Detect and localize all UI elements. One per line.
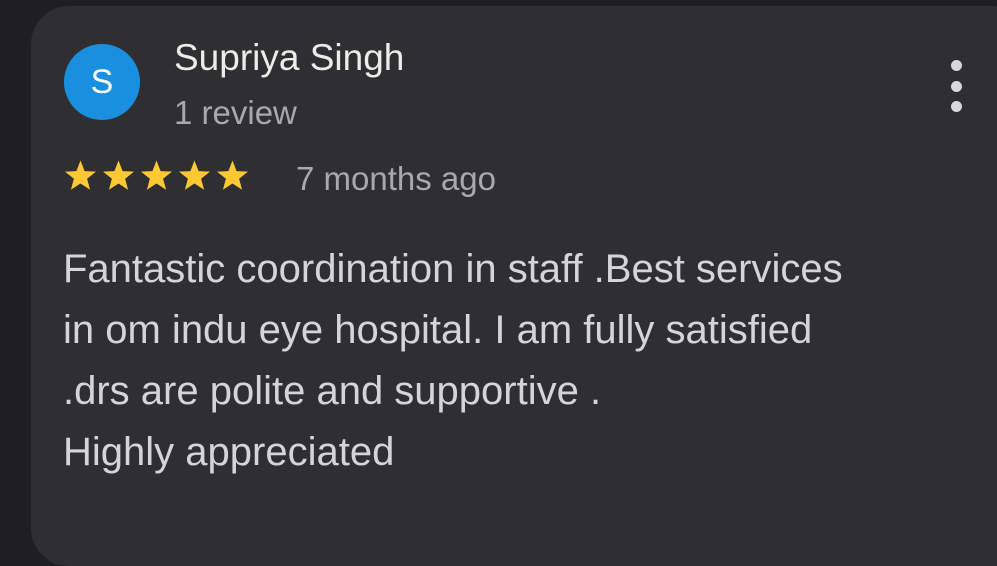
- more-options-button[interactable]: [940, 60, 972, 112]
- review-count: 1 review: [174, 94, 297, 131]
- star-icon: [139, 159, 174, 192]
- reviewer-name[interactable]: Supriya Singh: [174, 37, 404, 79]
- avatar-initial: S: [90, 63, 114, 101]
- review-text: Fantastic coordination in staff .Best se…: [63, 239, 983, 483]
- review-text-line: .drs are polite and supportive .: [63, 369, 602, 413]
- star-icon: [63, 159, 98, 192]
- more-vert-icon: [950, 60, 962, 71]
- review-text-line: Fantastic coordination in staff .Best se…: [63, 247, 843, 291]
- star-icon: [101, 159, 136, 192]
- star-icon: [215, 159, 250, 192]
- review-time: 7 months ago: [296, 160, 496, 197]
- review-text-line: Highly appreciated: [63, 430, 395, 474]
- review-text-line: in om indu eye hospital. I am fully sati…: [63, 308, 813, 352]
- star-icon: [177, 159, 212, 192]
- star-rating: [63, 159, 250, 192]
- avatar[interactable]: S: [64, 44, 140, 120]
